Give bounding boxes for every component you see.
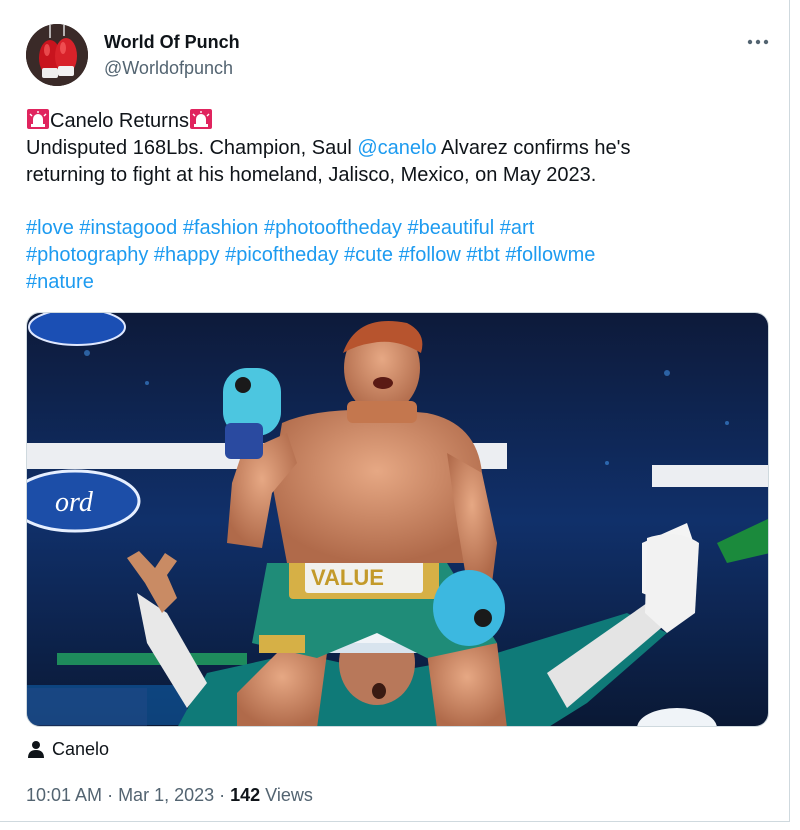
hashtag-link[interactable]: #followme: [505, 244, 595, 266]
rotating-light-icon: [189, 109, 212, 129]
boxing-gloves-avatar-icon: [26, 24, 88, 86]
tweet-date[interactable]: Mar 1, 2023: [118, 785, 214, 805]
tweet-time[interactable]: 10:01 AM: [26, 785, 102, 805]
hashtag-line-1: #love #instagood #fashion #photooftheday…: [26, 215, 756, 242]
tweet-body-line-1: Undisputed 168Lbs. Champion, Saul @canel…: [26, 135, 756, 162]
author-name[interactable]: World Of Punch: [104, 32, 240, 53]
hashtag-link[interactable]: #nature: [26, 271, 94, 293]
trunks-banner-text: VALUE: [311, 565, 384, 590]
person-icon: [28, 741, 44, 758]
tweet-body-text: Undisputed 168Lbs. Champion, Saul: [26, 137, 358, 159]
tweet-card: World Of Punch @Worldofpunch Canelo Retu…: [0, 0, 790, 822]
hashtag-link[interactable]: #happy: [154, 244, 220, 266]
tweet-header: World Of Punch @Worldofpunch: [26, 24, 776, 88]
author-handle[interactable]: @Worldofpunch: [104, 58, 233, 79]
tweet-title-line: Canelo Returns: [26, 108, 756, 135]
hashtag-link[interactable]: #art: [500, 217, 534, 239]
tweet-title: Canelo Returns: [50, 110, 189, 132]
views-count: 142: [230, 785, 261, 805]
tagged-person-name: Canelo: [52, 738, 110, 759]
hashtag-link[interactable]: #fashion: [183, 217, 259, 239]
more-options-button[interactable]: [740, 30, 776, 54]
tweet-meta: 10:01 AM · Mar 1, 2023 · 142 Views: [26, 785, 313, 806]
tweet-body-text: Alvarez confirms he's: [436, 137, 631, 159]
meta-separator: ·: [214, 785, 231, 805]
hashtag-line-3: #nature: [26, 269, 756, 296]
mention-link[interactable]: @canelo: [357, 137, 436, 159]
rotating-light-icon: [27, 109, 49, 129]
hashtag-link[interactable]: #tbt: [466, 244, 499, 266]
avatar[interactable]: [26, 24, 88, 86]
tweet-body-line-2: returning to fight at his homeland, Jali…: [26, 164, 597, 186]
boxer-celebration-image: ord A VALUE: [27, 313, 768, 726]
hashtag-link[interactable]: #cute: [344, 244, 393, 266]
tagged-people[interactable]: Canelo: [28, 738, 109, 760]
hashtag-link[interactable]: #instagood: [79, 217, 177, 239]
hashtag-line-2: #photography #happy #picoftheday #cute #…: [26, 242, 756, 269]
more-dots-icon: [747, 39, 769, 45]
meta-separator: ·: [102, 785, 119, 805]
hashtag-link[interactable]: #love: [26, 217, 74, 239]
tweet-text: Canelo Returns Undisputed 168Lbs. Champi…: [26, 108, 756, 296]
views-label: Views: [260, 785, 313, 805]
hashtag-link[interactable]: #picoftheday: [225, 244, 338, 266]
ford-logo-text: ord: [55, 487, 94, 518]
hashtag-link[interactable]: #photooftheday: [264, 217, 402, 239]
hashtag-link[interactable]: #beautiful: [407, 217, 494, 239]
hashtag-link[interactable]: #follow: [399, 244, 461, 266]
tweet-photo[interactable]: ord A VALUE: [26, 312, 769, 727]
hashtag-link[interactable]: #photography: [26, 244, 148, 266]
